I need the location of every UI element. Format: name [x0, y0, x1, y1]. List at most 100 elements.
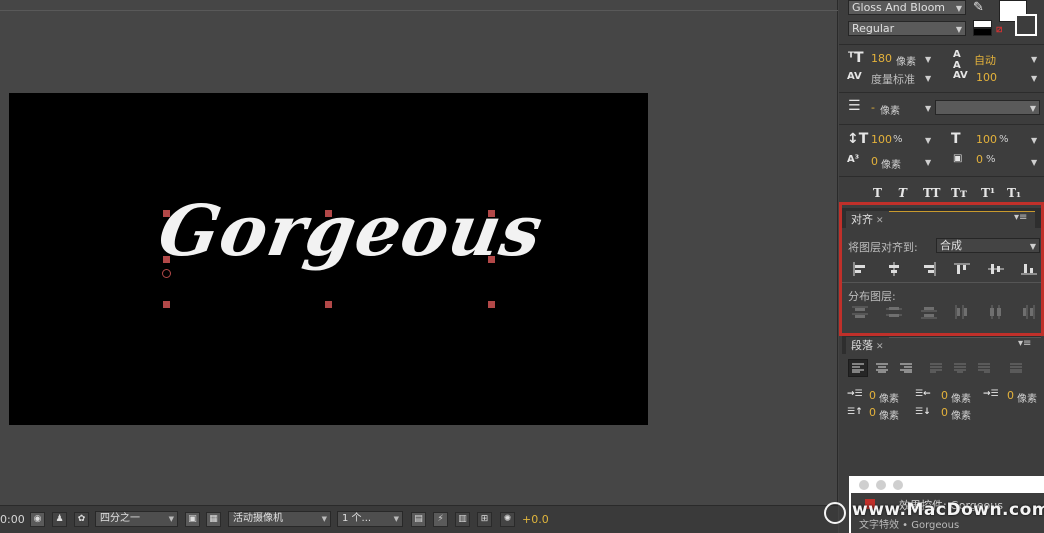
- justify-last-left-button[interactable]: [926, 359, 946, 377]
- distribute-bottom-button[interactable]: [918, 303, 940, 321]
- exposure-reset-icon[interactable]: ✺: [500, 512, 515, 527]
- distribute-horizontal-centers-button[interactable]: [985, 303, 1007, 321]
- resolution-dropdown[interactable]: 四分之一: [95, 511, 178, 527]
- stroke-color-swatch[interactable]: [1015, 14, 1037, 36]
- close-icon[interactable]: ✕: [876, 342, 884, 352]
- justify-last-right-button[interactable]: [974, 359, 994, 377]
- align-to-dropdown[interactable]: 合成: [936, 238, 1040, 253]
- font-size-value[interactable]: 180: [871, 52, 892, 65]
- space-before-value[interactable]: 0: [869, 406, 876, 419]
- chevron-down-icon[interactable]: ▼: [1031, 158, 1037, 167]
- fast-preview-icon[interactable]: ⚡: [433, 512, 448, 527]
- stroke-width-value[interactable]: -: [871, 101, 875, 114]
- faux-italic-button[interactable]: T: [898, 186, 907, 200]
- align-top-edges-button[interactable]: [951, 260, 973, 278]
- composition-viewer[interactable]: Gorgeous: [0, 0, 838, 505]
- baseline-shift-icon: A³: [847, 154, 860, 165]
- superscript-button[interactable]: T¹: [981, 186, 995, 200]
- close-icon[interactable]: ✕: [876, 216, 884, 226]
- align-center-text-button[interactable]: [872, 359, 892, 377]
- kerning-icon: AV: [847, 71, 862, 82]
- divider: [842, 282, 1041, 283]
- tab-align[interactable]: 对齐 ✕: [846, 211, 889, 228]
- bbox-handle-bottom-center[interactable]: [325, 301, 332, 308]
- snapshot-camera-icon[interactable]: ◉: [30, 512, 45, 527]
- show-snapshot-icon[interactable]: ♟: [52, 512, 67, 527]
- chevron-down-icon[interactable]: ▼: [1031, 136, 1037, 145]
- eyedropper-icon[interactable]: ✎: [973, 0, 984, 15]
- bbox-handle-top-center[interactable]: [325, 210, 332, 217]
- vertical-scale-unit: %: [893, 134, 903, 145]
- default-colors-icon[interactable]: [973, 20, 992, 28]
- paragraph-tabbar: 段落 ✕ ▾≡: [842, 334, 1041, 354]
- exposure-value[interactable]: +0.0: [522, 513, 549, 528]
- align-left-text-button[interactable]: [848, 359, 868, 377]
- align-horizontal-centers-button[interactable]: [883, 260, 905, 278]
- chevron-down-icon[interactable]: ▼: [925, 55, 931, 64]
- align-vertical-centers-button[interactable]: [985, 260, 1007, 278]
- align-bottom-edges-button[interactable]: [1018, 260, 1040, 278]
- panel-menu-icon[interactable]: ▾≡: [1018, 338, 1031, 349]
- align-left-edges-button[interactable]: [849, 260, 871, 278]
- justify-last-center-button[interactable]: [950, 359, 970, 377]
- bbox-handle-top-right[interactable]: [488, 210, 495, 217]
- region-of-interest-icon[interactable]: ▣: [185, 512, 200, 527]
- default-colors-black-icon[interactable]: [973, 28, 992, 36]
- distribute-vertical-centers-button[interactable]: [883, 303, 905, 321]
- faux-bold-button[interactable]: T: [873, 186, 882, 200]
- kerning-value[interactable]: 度量标准: [871, 71, 915, 87]
- text-layer[interactable]: Gorgeous: [153, 189, 549, 272]
- bbox-handle-top-left[interactable]: [163, 210, 170, 217]
- distribute-right-button[interactable]: [1018, 303, 1040, 321]
- indent-right-value[interactable]: 0: [941, 389, 948, 402]
- align-right-edges-button[interactable]: [918, 260, 940, 278]
- tracking-value[interactable]: 100: [976, 71, 997, 84]
- chevron-down-icon[interactable]: ▼: [925, 136, 931, 145]
- chevron-down-icon[interactable]: ▼: [925, 104, 931, 113]
- chevron-down-icon[interactable]: ▼: [925, 158, 931, 167]
- font-style-dropdown[interactable]: Regular: [848, 21, 966, 36]
- transparency-grid-icon[interactable]: ▦: [206, 512, 221, 527]
- window-dot: [893, 480, 903, 490]
- bbox-handle-middle-left[interactable]: [163, 256, 170, 263]
- bbox-handle-middle-right[interactable]: [488, 256, 495, 263]
- toggle-pixel-aspect-icon[interactable]: ▤: [411, 512, 426, 527]
- font-size-unit: 像素: [896, 57, 916, 68]
- views-dropdown[interactable]: 1 个...: [337, 511, 403, 527]
- bbox-handle-bottom-right[interactable]: [488, 301, 495, 308]
- anchor-point-icon[interactable]: [162, 269, 171, 278]
- camera-dropdown[interactable]: 活动摄像机: [228, 511, 331, 527]
- no-fill-icon[interactable]: ⧄: [996, 24, 1002, 35]
- distribute-top-button[interactable]: [849, 303, 871, 321]
- flowchart-icon[interactable]: ⊞: [477, 512, 492, 527]
- indent-first-unit: 像素: [1017, 394, 1037, 405]
- font-family-dropdown[interactable]: Gloss And Bloom: [848, 0, 966, 15]
- justify-all-button[interactable]: [1006, 359, 1026, 377]
- all-caps-button[interactable]: TT: [923, 186, 940, 200]
- horizontal-scale-unit: %: [999, 134, 1009, 145]
- chevron-down-icon[interactable]: ▼: [1031, 55, 1037, 64]
- color-channel-icon[interactable]: ✿: [74, 512, 89, 527]
- subscript-button[interactable]: T₁: [1007, 186, 1021, 200]
- stroke-style-dropdown[interactable]: [935, 100, 1040, 115]
- space-after-value[interactable]: 0: [941, 406, 948, 419]
- vertical-scale-value[interactable]: 100: [871, 133, 892, 146]
- chevron-down-icon[interactable]: ▼: [925, 74, 931, 83]
- small-caps-button[interactable]: Tт: [951, 186, 967, 200]
- timeline-icon[interactable]: ▥: [455, 512, 470, 527]
- align-right-text-button[interactable]: [896, 359, 916, 377]
- indent-left-value[interactable]: 0: [869, 389, 876, 402]
- tab-paragraph[interactable]: 段落 ✕: [846, 337, 889, 354]
- divider: [839, 92, 1044, 93]
- leading-value[interactable]: 自动: [974, 52, 996, 68]
- distribute-left-button[interactable]: [951, 303, 973, 321]
- baseline-shift-value[interactable]: 0: [871, 155, 878, 168]
- chevron-down-icon[interactable]: ▼: [1031, 74, 1037, 83]
- horizontal-scale-value[interactable]: 100: [976, 133, 997, 146]
- distribute-label: 分布图层:: [848, 290, 896, 303]
- tsume-value[interactable]: 0: [976, 153, 983, 166]
- panel-menu-icon[interactable]: ▾≡: [1014, 212, 1027, 223]
- timecode[interactable]: 0:00: [0, 513, 25, 528]
- indent-first-value[interactable]: 0: [1007, 389, 1014, 402]
- bbox-handle-bottom-left[interactable]: [163, 301, 170, 308]
